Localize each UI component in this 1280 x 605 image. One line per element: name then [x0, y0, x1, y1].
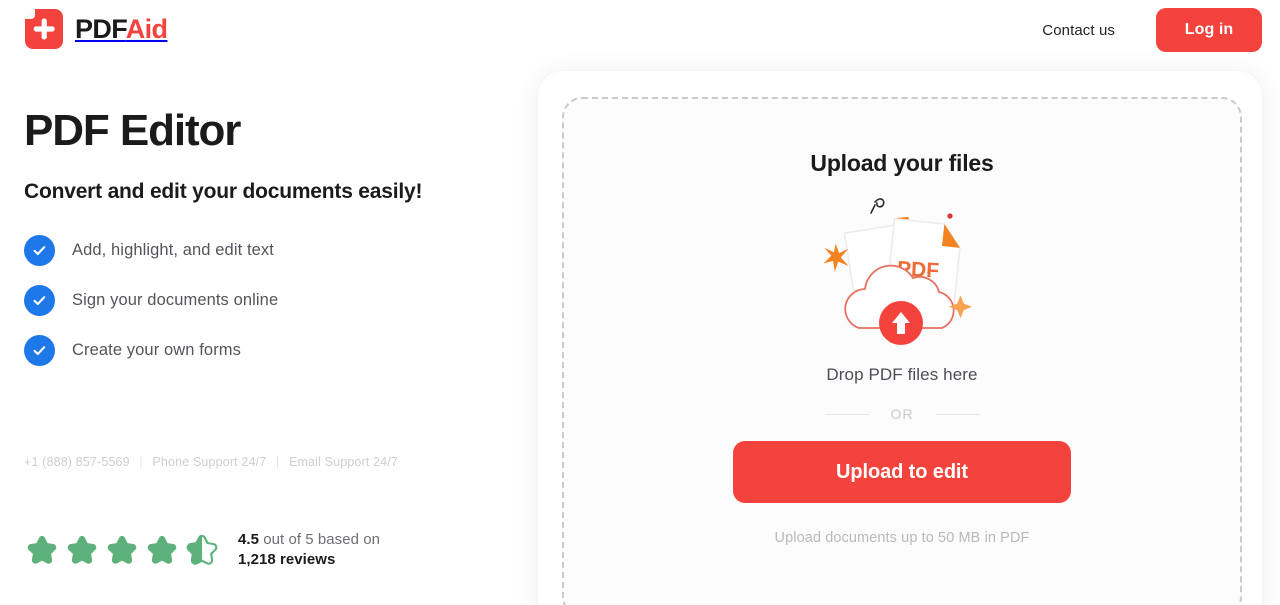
check-circle-icon: [24, 334, 55, 366]
support-phone-number[interactable]: +1 (888) 857-5569: [24, 455, 130, 469]
support-info-line: +1 (888) 857-5569 | Phone Support 24/7 |…: [24, 455, 398, 469]
rating-block: 4.5 out of 5 based on 1,218 reviews: [24, 530, 380, 571]
star-half-icon: [186, 535, 218, 566]
star-filled-icon: [67, 536, 97, 564]
hero-section: PDF Editor Convert and edit your documen…: [24, 106, 494, 385]
upload-limit-note: Upload documents up to 50 MB in PDF: [774, 530, 1030, 546]
rating-summary-text: 4.5 out of 5 based on 1,218 reviews: [238, 530, 380, 571]
star-rating: [24, 532, 220, 568]
brand-name-accent: Aid: [125, 13, 168, 44]
star-filled-icon: [147, 536, 177, 564]
contact-us-link[interactable]: Contact us: [1042, 22, 1115, 39]
support-separator: |: [275, 455, 280, 469]
check-circle-icon: [24, 284, 55, 316]
or-label: OR: [890, 406, 914, 422]
brand-name: PDFAid: [75, 13, 168, 44]
feature-item: Sign your documents online: [24, 284, 494, 316]
pdf-editor-landing-page: PDFAid Contact us Log in PDF Editor Conv…: [0, 0, 1280, 605]
feature-item: Add, highlight, and edit text: [24, 234, 494, 266]
feature-label: Create your own forms: [72, 340, 241, 359]
email-support-label: Email Support 24/7: [288, 455, 398, 469]
login-button[interactable]: Log in: [1156, 8, 1262, 52]
star-filled-icon: [27, 536, 57, 564]
upload-title: Upload your files: [810, 150, 994, 176]
brand-logo-link[interactable]: PDFAid: [24, 8, 168, 50]
divider-line-right: [935, 413, 980, 415]
page-subtitle: Convert and edit your documents easily!: [24, 180, 423, 204]
upload-to-edit-button[interactable]: Upload to edit: [733, 441, 1071, 503]
or-divider: OR: [824, 406, 980, 422]
feature-label: Sign your documents online: [72, 290, 279, 309]
star-filled-icon: [107, 536, 137, 564]
feature-item: Create your own forms: [24, 334, 494, 366]
header-actions: Contact us Log in: [1042, 0, 1280, 60]
rating-score: 4.5: [238, 531, 260, 548]
phone-support-label: Phone Support 24/7: [152, 455, 267, 469]
page-title: PDF Editor: [24, 106, 241, 155]
support-separator: |: [139, 455, 143, 469]
rating-review-count: 1,218 reviews: [238, 551, 336, 569]
rating-out-of-label: out of 5 based on: [263, 531, 381, 548]
file-dropzone[interactable]: Upload your files PDF Drop PDF files her…: [562, 97, 1242, 605]
feature-list: Add, highlight, and edit text Sign your …: [24, 234, 494, 366]
feature-label: Add, highlight, and edit text: [72, 240, 274, 259]
check-circle-icon: [24, 234, 55, 266]
pdf-plus-document-icon: [25, 9, 63, 49]
upload-card: Upload your files PDF Drop PDF files her…: [538, 71, 1262, 605]
divider-line-left: [824, 413, 869, 415]
drop-hint-text: Drop PDF files here: [826, 365, 978, 384]
site-header: PDFAid Contact us Log in: [0, 0, 1280, 60]
pdf-cloud-upload-illustration: PDF: [823, 198, 972, 345]
brand-name-primary: PDF: [75, 13, 126, 44]
